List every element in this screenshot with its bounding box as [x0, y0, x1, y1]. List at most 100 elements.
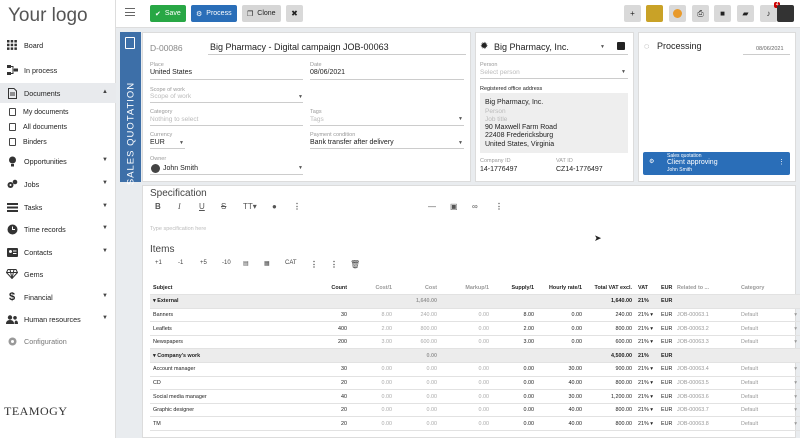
cell-cur[interactable]: EUR — [658, 335, 674, 350]
chevron-down-icon[interactable]: ▼ — [458, 116, 463, 122]
cell-vat[interactable]: 21% ▾ — [635, 335, 658, 350]
owner-select[interactable]: John Smith — [163, 165, 198, 172]
add-five-icon[interactable]: +5 — [200, 260, 207, 266]
chevron-down-icon[interactable]: ▾ — [794, 394, 797, 400]
cell-cost1[interactable]: 0.00 — [350, 376, 395, 391]
hamburger-icon[interactable] — [125, 8, 135, 16]
cell-rate[interactable]: 40.00 — [537, 403, 585, 418]
cell-count[interactable]: 20 — [310, 416, 350, 432]
chevron-down-icon[interactable]: ▾ — [649, 312, 653, 318]
cell-cost1[interactable]: 0.00 — [350, 416, 395, 432]
cell-vat[interactable]: 21% ▾ — [635, 362, 658, 377]
tags-field[interactable]: Tags — [310, 116, 324, 123]
cell-related[interactable]: JOB-00063.5 — [674, 376, 738, 391]
bold-icon[interactable]: B — [155, 202, 161, 211]
more-vertical-icon[interactable]: ⋮ — [778, 158, 785, 166]
cell-related[interactable]: JOB-00063.7 — [674, 403, 738, 418]
video-icon[interactable]: ■ — [714, 5, 731, 22]
process-button[interactable]: ⚙ Process — [191, 5, 237, 22]
cell-markup[interactable]: 0.00 — [440, 321, 492, 336]
chevron-down-icon[interactable]: ▼ — [458, 140, 463, 146]
cell-cost1[interactable]: 0.00 — [350, 403, 395, 418]
cell-supply[interactable]: 8.00 — [492, 308, 537, 323]
cell-cost[interactable]: 800.00 — [395, 321, 440, 336]
column-header[interactable]: Cost/1 — [350, 281, 395, 296]
column-header[interactable]: Related to ... — [674, 281, 738, 296]
cell-total[interactable]: 800.00 — [585, 403, 635, 418]
cell-vat[interactable]: 21% ▾ — [635, 308, 658, 323]
place-field[interactable]: United States — [150, 69, 192, 76]
insert-group-icon[interactable]: ▦ — [264, 260, 270, 267]
cell-subject[interactable]: CD — [150, 376, 310, 391]
cell-category[interactable]: Default ▾ — [738, 362, 800, 377]
print-icon[interactable]: ⎙ — [692, 5, 709, 22]
group-row[interactable]: ▾ Company's work 0.00 4,500.00 21% EUR — [150, 348, 800, 364]
chevron-down-icon[interactable]: ▾ — [649, 394, 653, 400]
cell-cost1[interactable]: 2.00 — [350, 321, 395, 336]
column-header[interactable]: VAT — [635, 281, 658, 296]
clone-button[interactable]: ❐ Clone — [242, 5, 281, 22]
trash-icon[interactable]: 🗑 — [350, 260, 360, 269]
cell-vat[interactable]: 21% ▾ — [635, 416, 658, 432]
cell-count[interactable]: 20 — [310, 403, 350, 418]
cell-supply[interactable]: 2.00 — [492, 321, 537, 336]
table-row[interactable]: Leaflets 400 2.00 800.00 0.00 2.00 0.00 800.00 2… — [150, 321, 800, 336]
sidebar-item-in-process[interactable]: In process — [0, 60, 116, 80]
cell-total[interactable]: 800.00 — [585, 321, 635, 336]
sidebar-item-human-resources[interactable]: Human resources ▼ — [0, 309, 116, 329]
cell-category[interactable]: Default ▾ — [738, 416, 800, 432]
chevron-down-icon[interactable]: ▼ — [298, 165, 303, 171]
workflow-card[interactable]: ⚙ Sales quotation Client approving John … — [643, 152, 790, 175]
date-field[interactable]: 08/06/2021 — [310, 69, 345, 76]
cell-related[interactable]: JOB-00063.1 — [674, 308, 738, 323]
cell-markup[interactable]: 0.00 — [440, 376, 492, 391]
more-vertical-icon[interactable]: ⋮ — [330, 260, 338, 269]
specification-editor[interactable]: Type specification here — [150, 226, 206, 232]
strikethrough-icon[interactable]: S — [221, 202, 226, 211]
cell-category[interactable]: Default ▾ — [738, 389, 800, 404]
table-row[interactable]: Banners 30 8.00 240.00 0.00 8.00 0.00 240.00 21%… — [150, 308, 800, 323]
table-row[interactable]: Social media manager 40 0.00 0.00 0.00 0.00 30… — [150, 389, 800, 404]
cell-total[interactable]: 900.00 — [585, 362, 635, 377]
group-row[interactable]: ▾ External 1,640.00 1,640.00 21% EUR — [150, 294, 800, 309]
column-header[interactable]: Subject — [150, 281, 310, 296]
cell-cost[interactable]: 240.00 — [395, 308, 440, 323]
cell-total[interactable]: 600.00 — [585, 335, 635, 350]
cell-count[interactable]: 30 — [310, 308, 350, 323]
column-header[interactable]: Markup/1 — [440, 281, 492, 296]
cell-count[interactable]: 30 — [310, 362, 350, 377]
cell-cost1[interactable]: 8.00 — [350, 308, 395, 323]
cell-cost1[interactable]: 0.00 — [350, 362, 395, 377]
chevron-down-icon[interactable]: ▾ — [794, 312, 797, 318]
document-title[interactable]: Big Pharmacy - Digital campaign JOB-0006… — [210, 42, 389, 52]
cell-category[interactable]: Default ▾ — [738, 403, 800, 418]
color-drop-icon[interactable]: ● — [272, 202, 277, 211]
cell-total[interactable]: 800.00 — [585, 376, 635, 391]
cell-supply[interactable]: 0.00 — [492, 389, 537, 404]
cell-markup[interactable]: 0.00 — [440, 308, 492, 323]
cell-cur[interactable]: EUR — [658, 389, 674, 404]
cell-total[interactable]: 800.00 — [585, 416, 635, 432]
cell-cost[interactable]: 0.00 — [395, 376, 440, 391]
cell-subject[interactable]: Leaflets — [150, 321, 310, 336]
bell-icon[interactable]: ♪4 — [760, 2, 780, 22]
chevron-down-icon[interactable]: ▼ — [600, 44, 605, 50]
underline-icon[interactable]: U — [199, 202, 205, 211]
image-icon[interactable]: ▣ — [450, 202, 458, 211]
cell-vat[interactable]: 21% ▾ — [635, 389, 658, 404]
chevron-down-icon[interactable]: ▾ — [649, 326, 653, 332]
chevron-down-icon[interactable]: ▼ — [298, 94, 303, 100]
timer-icon[interactable] — [669, 5, 686, 22]
table-row[interactable]: Newspapers 200 3.00 600.00 0.00 3.00 0.00 600.0… — [150, 335, 800, 350]
column-header[interactable]: Hourly rate/1 — [537, 281, 585, 296]
sidebar-item-time-records[interactable]: Time records ▼ — [0, 219, 116, 239]
cell-category[interactable]: Default ▾ — [738, 376, 800, 391]
note-icon[interactable] — [646, 5, 663, 22]
cell-supply[interactable]: 0.00 — [492, 416, 537, 432]
cell-count[interactable]: 40 — [310, 389, 350, 404]
table-row[interactable]: Graphic designer 20 0.00 0.00 0.00 0.00 40.00 8… — [150, 403, 800, 418]
cell-rate[interactable]: 0.00 — [537, 321, 585, 336]
cell-total[interactable]: 1,200.00 — [585, 389, 635, 404]
category-field[interactable]: Nothing to select — [150, 116, 198, 123]
table-row[interactable]: Account manager 30 0.00 0.00 0.00 0.00 30.00 90… — [150, 362, 800, 377]
